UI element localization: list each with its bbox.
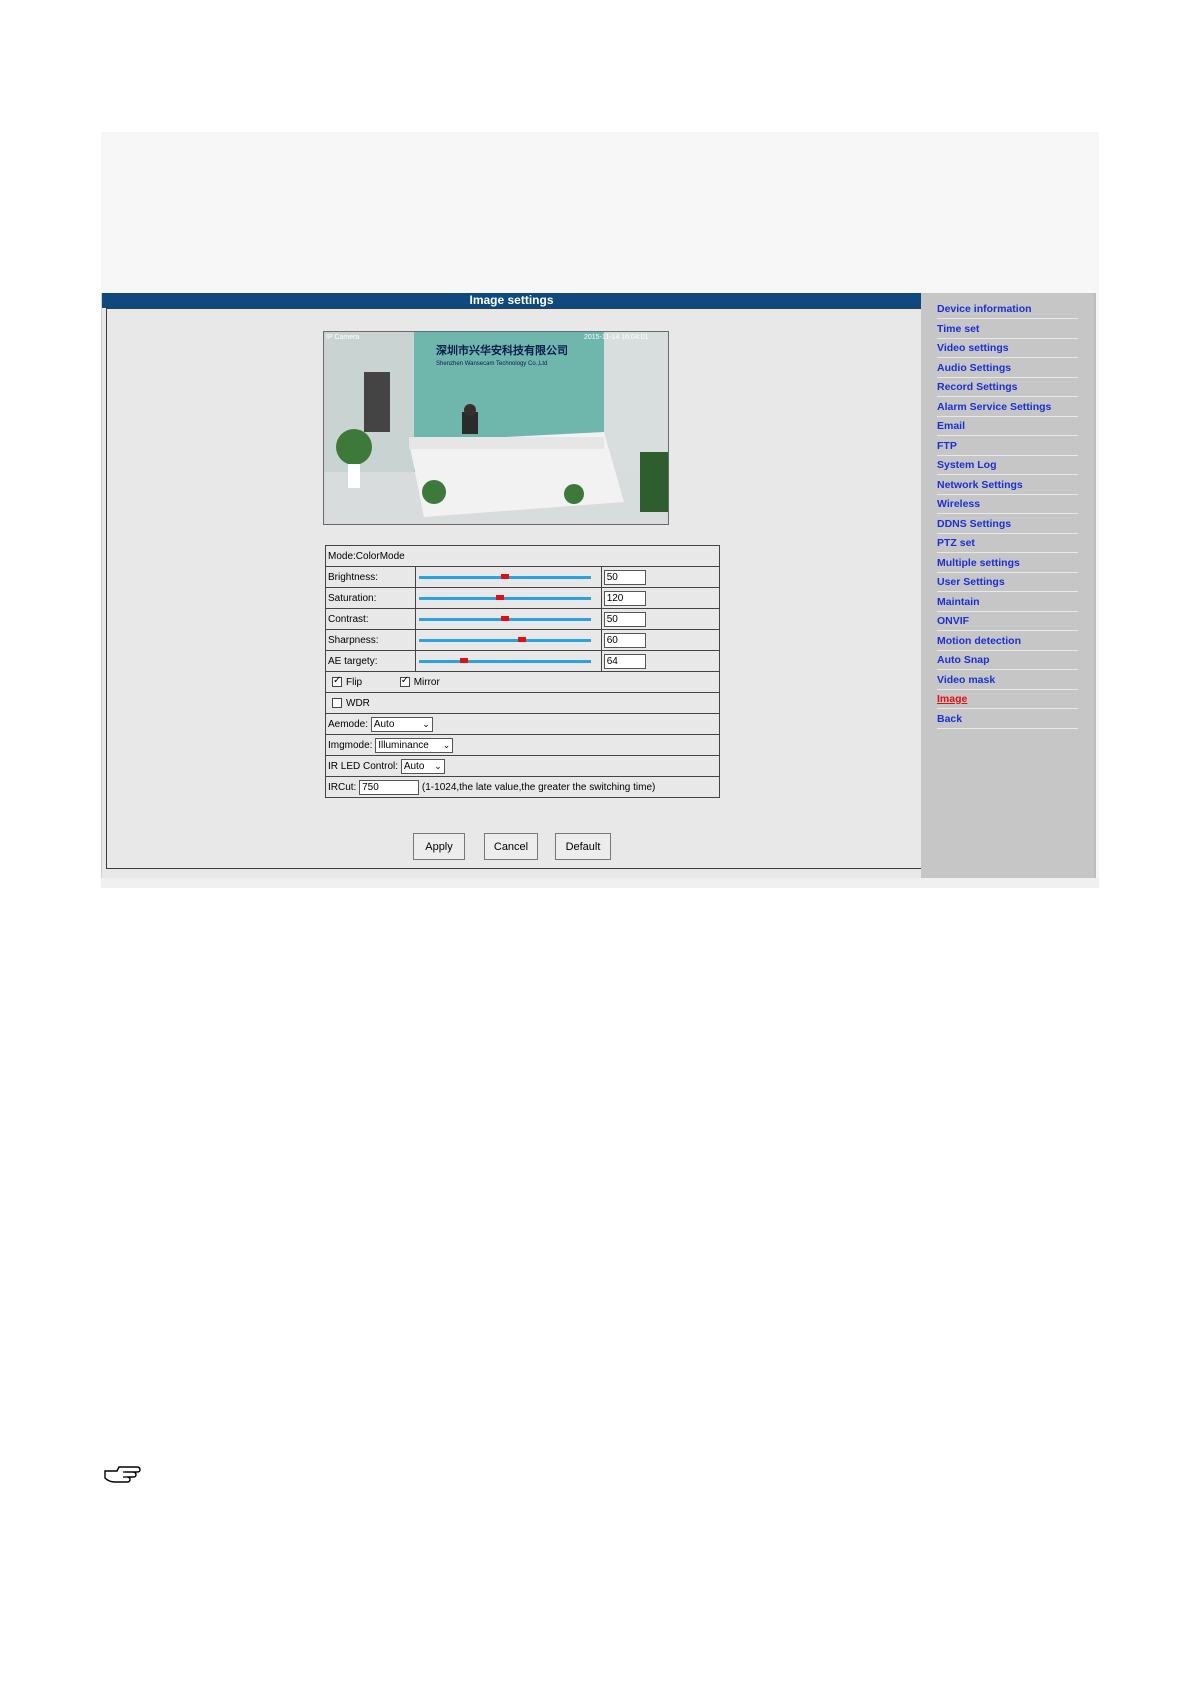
sidebar-item-time-set[interactable]: Time set	[937, 321, 1078, 339]
preview-osd-right: 2015-11-14 16:04:01	[584, 334, 649, 341]
sidebar-item-image[interactable]: Image	[937, 691, 1078, 709]
ae-target-slider[interactable]	[419, 657, 592, 663]
slider-knob[interactable]	[460, 657, 469, 663]
slider-knob[interactable]	[501, 615, 510, 621]
flip-mirror-row: Flip Mirror	[325, 671, 720, 693]
chevron-down-icon: ⌄	[442, 739, 451, 750]
sidebar-item-ftp[interactable]: FTP	[937, 438, 1078, 456]
contrast-slider[interactable]	[419, 615, 592, 621]
pointing-hand-icon	[103, 1463, 141, 1490]
sidebar-item-maintain[interactable]: Maintain	[937, 594, 1078, 612]
sidebar-item-motion-detection[interactable]: Motion detection	[937, 633, 1078, 651]
image-settings-table: Mode:ColorMode Brightness: Saturation: C…	[324, 545, 721, 798]
sidebar-item-device-information[interactable]: Device information	[937, 301, 1078, 319]
preview-wall-text-cn: 深圳市兴华安科技有限公司	[436, 343, 568, 357]
sidebar-item-back[interactable]: Back	[937, 711, 1078, 729]
wdr-label: WDR	[346, 697, 370, 709]
brightness-input[interactable]	[603, 569, 646, 585]
panel-body: 深圳市兴华安科技有限公司 Shenzhen Wansecam Technolog…	[106, 308, 922, 869]
screenshot-frame: Image settings 深圳市兴华安科技有限公司 Shenzhen Wan…	[101, 132, 1099, 888]
frame-bottom	[101, 878, 1099, 888]
preview-wall-text-en: Shenzhen Wansecam Technology Co.,Ltd	[436, 361, 547, 367]
saturation-slider[interactable]	[419, 594, 592, 600]
sharpness-input[interactable]	[603, 632, 646, 648]
aemode-label: Aemode:	[328, 718, 369, 730]
slider-row: Contrast:	[324, 608, 721, 630]
ircut-input[interactable]	[359, 779, 420, 795]
sidebar-item-alarm-service-settings[interactable]: Alarm Service Settings	[937, 399, 1078, 417]
sidebar-item-auto-snap[interactable]: Auto Snap	[937, 652, 1078, 670]
slider-row: Brightness:	[324, 566, 721, 588]
default-button[interactable]: Default	[555, 833, 611, 860]
settings-sidebar: Device information Time set Video settings…	[921, 293, 1096, 888]
ae-target-input[interactable]	[603, 653, 646, 669]
sidebar-item-multiple-settings[interactable]: Multiple settings	[937, 555, 1078, 573]
mirror-checkbox[interactable]	[399, 675, 410, 687]
sidebar-item-email[interactable]: Email	[937, 418, 1078, 436]
sidebar-item-onvif[interactable]: ONVIF	[937, 613, 1078, 631]
imgmode-select[interactable]: Illuminance ⌄	[375, 737, 454, 753]
contrast-input[interactable]	[603, 611, 646, 627]
aemode-row: Aemode: Auto ⌄	[325, 713, 720, 735]
wdr-row: WDR	[325, 692, 720, 714]
camera-preview: 深圳市兴华安科技有限公司 Shenzhen Wansecam Technolog…	[323, 331, 669, 525]
slider-knob[interactable]	[496, 594, 505, 600]
ir-led-select[interactable]: Auto ⌄	[400, 758, 445, 774]
slider-row: Sharpness:	[324, 629, 721, 651]
ir-led-label: IR LED Control:	[328, 760, 399, 772]
flip-label: Flip	[346, 676, 363, 688]
ircut-row: IRCut: (1-1024,the late value,the greate…	[325, 776, 720, 798]
image-settings-panel: Image settings 深圳市兴华安科技有限公司 Shenzhen Wan…	[101, 293, 922, 878]
sidebar-item-audio-settings[interactable]: Audio Settings	[937, 360, 1078, 378]
imgmode-row: Imgmode: Illuminance ⌄	[325, 734, 720, 756]
sidebar-item-ddns-settings[interactable]: DDNS Settings	[937, 516, 1078, 534]
sharpness-label: Sharpness:	[324, 629, 417, 651]
ae-target-label: AE targety:	[324, 650, 417, 672]
saturation-label: Saturation:	[324, 587, 417, 609]
brightness-slider[interactable]	[419, 573, 592, 579]
ircut-hint: (1-1024,the late value,the greater the s…	[421, 781, 656, 793]
imgmode-value: Illuminance	[378, 739, 429, 751]
sidebar-item-network-settings[interactable]: Network Settings	[937, 477, 1078, 495]
sidebar-item-video-mask[interactable]: Video mask	[937, 672, 1078, 690]
ircut-label: IRCut:	[328, 781, 357, 793]
slider-knob[interactable]	[517, 636, 526, 642]
sidebar-item-user-settings[interactable]: User Settings	[937, 574, 1078, 592]
imgmode-label: Imgmode:	[328, 739, 373, 751]
panel-title: Image settings	[102, 293, 921, 308]
wdr-checkbox[interactable]	[332, 697, 342, 708]
sidebar-item-system-log[interactable]: System Log	[937, 457, 1078, 475]
ir-led-value: Auto	[403, 760, 425, 772]
aemode-value: Auto	[373, 718, 395, 730]
mode-label: Mode:ColorMode	[325, 545, 720, 567]
chevron-down-icon: ⌄	[422, 718, 430, 729]
flip-checkbox[interactable]	[332, 675, 342, 687]
sidebar-item-ptz-set[interactable]: PTZ set	[937, 535, 1078, 553]
ir-led-row: IR LED Control: Auto ⌄	[325, 755, 720, 777]
slider-row: AE targety:	[324, 650, 721, 672]
slider-knob[interactable]	[501, 573, 510, 579]
contrast-label: Contrast:	[324, 608, 417, 630]
brightness-label: Brightness:	[324, 566, 417, 588]
cancel-button[interactable]: Cancel	[484, 833, 538, 860]
apply-button[interactable]: Apply	[413, 833, 465, 860]
sidebar-item-video-settings[interactable]: Video settings	[937, 340, 1078, 358]
chevron-down-icon: ⌄	[434, 760, 442, 771]
mirror-label: Mirror	[413, 676, 440, 688]
slider-row: Saturation:	[324, 587, 721, 609]
preview-osd-left: IP Camera	[326, 334, 359, 341]
aemode-select[interactable]: Auto ⌄	[370, 716, 433, 732]
saturation-input[interactable]	[603, 590, 646, 606]
sharpness-slider[interactable]	[419, 636, 592, 642]
sidebar-item-wireless[interactable]: Wireless	[937, 496, 1078, 514]
sidebar-item-record-settings[interactable]: Record Settings	[937, 379, 1078, 397]
